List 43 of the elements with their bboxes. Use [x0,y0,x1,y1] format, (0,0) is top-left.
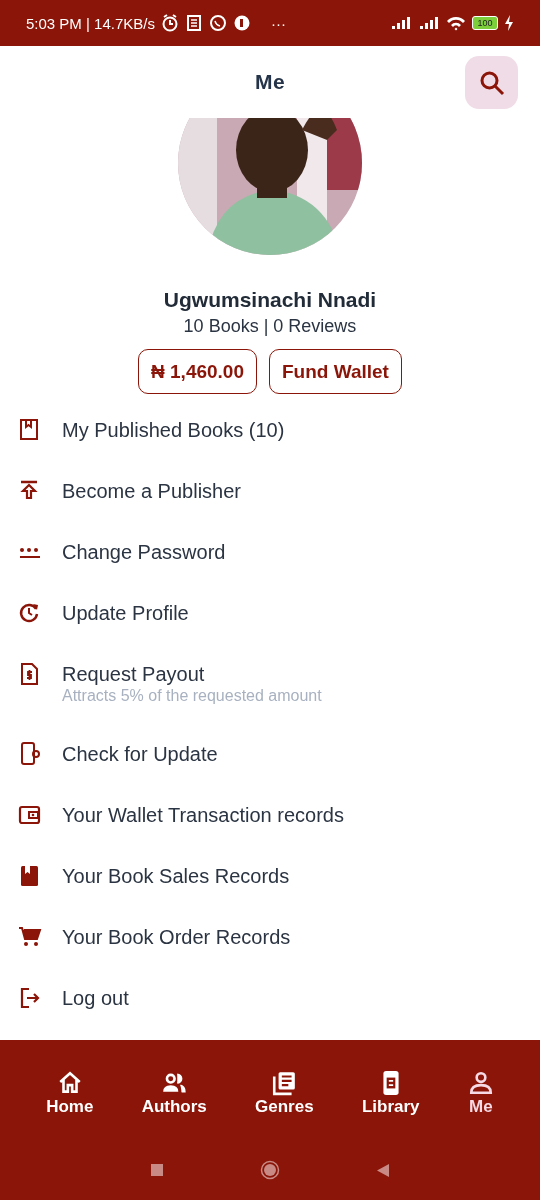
menu-item[interactable]: Request Payout [62,662,322,686]
signal-icon [390,15,412,31]
home-button[interactable] [260,1160,280,1180]
person-icon [467,1070,494,1096]
signal-icon [418,15,440,31]
charging-icon [504,15,514,31]
wifi-icon [446,15,466,31]
wallet-balance-button[interactable]: ₦ 1,460.00 [138,349,257,394]
menu-item[interactable]: My Published Books (10) [62,418,285,442]
nav-tab[interactable]: Me [467,1070,494,1117]
alarm-icon [160,14,179,32]
wallet-icon [18,803,42,827]
more-notifications: ··· [270,14,286,32]
user-stats: 10 Books | 0 Reviews [183,316,357,337]
menu-item[interactable]: Update Profile [62,601,189,625]
menu-item[interactable]: Become a Publisher [62,479,241,503]
status-time: 5:03 PM | 14.7KB/s [26,14,155,32]
menu-item[interactable]: Log out [62,986,129,1010]
logout-icon [18,986,42,1010]
recents-button[interactable] [150,1163,164,1177]
nav-tab[interactable]: Authors [141,1070,207,1117]
menu-item[interactable]: Change Password [62,540,226,564]
back-button[interactable] [376,1162,390,1178]
menu-item[interactable]: Check for Update [62,742,218,766]
menu-item-subtitle: Attracts 5% of the requested amount [62,686,322,706]
menu-item[interactable]: Your Wallet Transaction records [62,803,344,827]
menu-item[interactable]: Your Book Order Records [62,925,291,949]
nav-tab[interactable]: Genres [255,1070,314,1117]
search-button[interactable] [465,56,518,109]
battery-indicator: 100 [472,16,498,30]
phone-settings-icon [18,742,42,766]
app-icon [232,14,251,32]
page-title: Me [254,70,286,94]
cart-icon [18,925,42,949]
search-icon [478,69,505,96]
news-icon [184,14,203,32]
chat-icon [208,14,227,32]
nav-tab[interactable]: Library [361,1070,420,1117]
newspaper-icon [271,1070,298,1096]
nav-tab[interactable]: Home [46,1070,94,1117]
fund-wallet-button[interactable]: Fund Wallet [269,349,402,394]
user-name: Ugwumsinachi Nnadi [163,288,377,312]
menu-item[interactable]: Your Book Sales Records [62,864,290,888]
